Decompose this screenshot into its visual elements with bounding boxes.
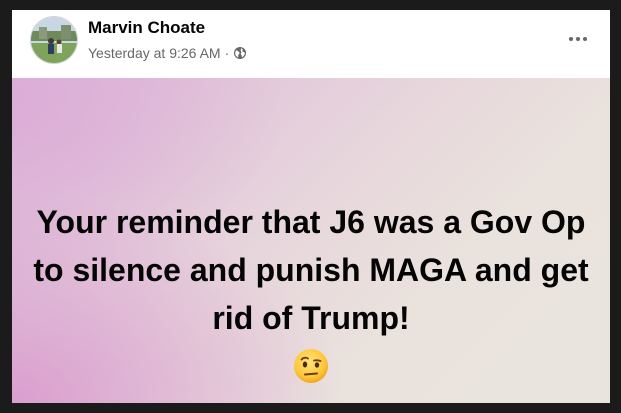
author-name[interactable]: Marvin Choate <box>88 18 205 38</box>
more-options-icon-dot <box>583 37 587 41</box>
meta-separator: · <box>224 45 230 61</box>
post-header: Marvin Choate Yesterday at 9:26 AM · <box>12 10 610 78</box>
post-background: Your reminder that J6 was a Gov Op to si… <box>12 78 610 403</box>
post-timestamp[interactable]: Yesterday at 9:26 AM <box>88 45 221 61</box>
more-options-icon-dot <box>576 37 580 41</box>
more-options-icon <box>569 37 573 41</box>
face-with-raised-eyebrow-emoji <box>293 348 329 384</box>
post-card: Marvin Choate Yesterday at 9:26 AM · You… <box>12 10 610 403</box>
globe-icon[interactable] <box>233 46 247 60</box>
avatar[interactable] <box>30 16 78 64</box>
post-meta: Yesterday at 9:26 AM · <box>88 45 247 61</box>
post-text: Your reminder that J6 was a Gov Op to si… <box>33 204 589 336</box>
more-options-button[interactable] <box>562 28 594 50</box>
